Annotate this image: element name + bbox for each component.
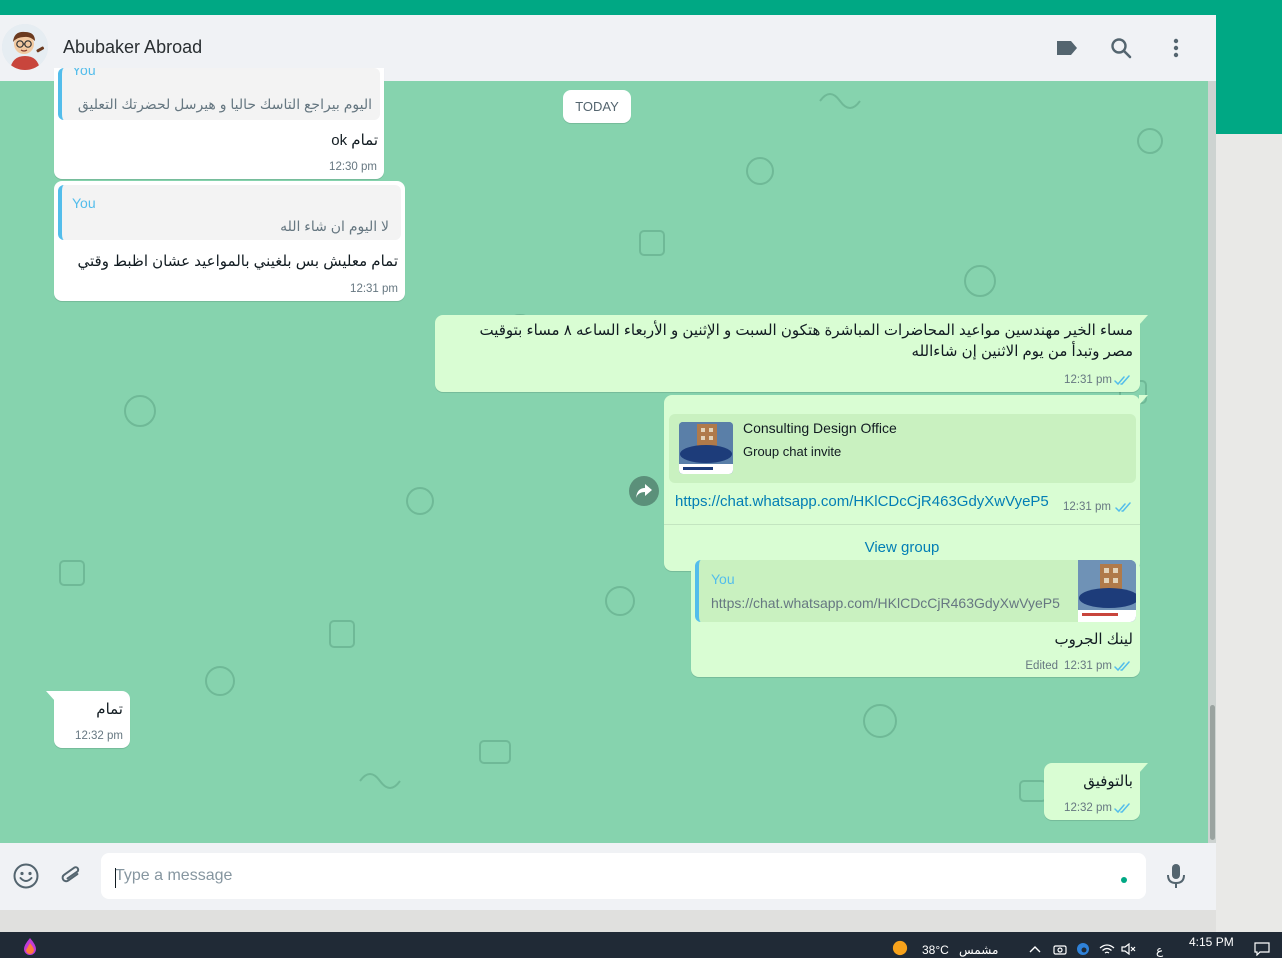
- label-icon[interactable]: [1053, 34, 1081, 62]
- text-cursor: [115, 868, 116, 888]
- bubble-tail: [1139, 315, 1148, 325]
- message-input[interactable]: [115, 853, 1105, 899]
- message-time: 12:31 pm: [1064, 374, 1112, 386]
- whatsapp-window: Abubaker Abroad TODAY You اليوم بيراجع ا…: [0, 15, 1216, 910]
- menu-icon[interactable]: [1162, 34, 1190, 62]
- weather-sun-icon[interactable]: [892, 940, 908, 956]
- app-drop-icon[interactable]: [22, 938, 38, 955]
- weather-condition[interactable]: مشمس: [959, 943, 998, 957]
- message-text: تمام: [96, 701, 123, 718]
- message-text: تمام ok: [331, 132, 378, 149]
- contact-name[interactable]: Abubaker Abroad: [63, 37, 202, 58]
- group-invite-label: Group chat invite: [743, 444, 842, 459]
- message-input-box[interactable]: [101, 853, 1146, 899]
- message-time: 12:32 pm: [75, 730, 123, 742]
- divider: [664, 524, 1140, 525]
- group-thumbnail[interactable]: [679, 422, 733, 474]
- message-bubble-outgoing[interactable]: You https://chat.whatsapp.com/HKlCDcCjR4…: [691, 560, 1140, 677]
- message-time: 12:31 pm: [1064, 660, 1112, 672]
- quoted-author: You: [72, 68, 96, 78]
- search-icon[interactable]: [1107, 34, 1135, 62]
- quoted-message[interactable]: You اليوم بيراجع التاسك حاليا و هيرسل لح…: [58, 68, 380, 120]
- message-bubble-incoming[interactable]: You اليوم بيراجع التاسك حاليا و هيرسل لح…: [54, 68, 384, 179]
- edge-icon[interactable]: [1075, 941, 1091, 957]
- message-composer: [0, 843, 1216, 910]
- bubble-tail: [1139, 395, 1148, 405]
- message-text: لينك الجروب: [1054, 631, 1134, 648]
- quoted-message[interactable]: You لا اليوم ان شاء الله: [58, 185, 401, 240]
- weather-temperature[interactable]: 38°C: [922, 943, 949, 957]
- background-accent-area: [1216, 15, 1282, 134]
- emoji-icon[interactable]: [11, 861, 41, 891]
- group-invite-preview[interactable]: [669, 414, 1136, 483]
- quoted-message[interactable]: You https://chat.whatsapp.com/HKlCDcCjR4…: [695, 560, 1136, 622]
- volume-muted-icon[interactable]: [1121, 941, 1137, 957]
- message-time: 12:31 pm: [350, 283, 398, 295]
- message-time: 12:30 pm: [329, 161, 377, 173]
- group-name: Consulting Design Office: [743, 420, 897, 436]
- attach-icon[interactable]: [56, 861, 86, 891]
- quoted-text: اليوم بيراجع التاسك حاليا و هيرسل لحضرتك…: [77, 96, 372, 112]
- message-text: بالتوفيق: [1083, 773, 1133, 790]
- message-text: تمام معليش بس بلغيني بالمواعيد عشان اظبط…: [77, 253, 398, 270]
- wifi-icon[interactable]: [1099, 941, 1115, 957]
- edited-label: Edited: [1025, 660, 1058, 672]
- message-bubble-outgoing[interactable]: بالتوفيق 12:32 pm: [1044, 763, 1148, 820]
- quoted-text: لا اليوم ان شاء الله: [280, 218, 389, 234]
- window-top-strip: [0, 0, 1282, 15]
- quoted-author: You: [711, 571, 735, 587]
- contact-avatar[interactable]: [2, 24, 48, 70]
- quoted-thumbnail: [1078, 560, 1136, 622]
- read-receipt-icon: [1114, 803, 1130, 814]
- read-receipt-icon: [1115, 502, 1131, 513]
- camera-icon[interactable]: [1052, 941, 1068, 957]
- input-status-dot: [1121, 877, 1127, 883]
- forward-button[interactable]: [629, 476, 659, 506]
- background-area: [1216, 134, 1282, 932]
- date-divider: TODAY: [563, 90, 631, 123]
- bubble-tail: [1139, 763, 1148, 773]
- message-time: 12:31 pm: [1063, 501, 1111, 513]
- avatar-cartoon-icon: [2, 24, 48, 70]
- microphone-icon[interactable]: [1161, 861, 1191, 891]
- bubble-tail: [46, 691, 55, 701]
- os-taskbar: 38°C مشمس ع 4:15 PM: [0, 932, 1282, 958]
- chat-scrollbar-thumb[interactable]: [1210, 705, 1215, 840]
- read-receipt-icon: [1114, 661, 1130, 672]
- quoted-author: You: [72, 195, 96, 211]
- message-bubble-incoming[interactable]: تمام 12:32 pm: [46, 691, 130, 748]
- read-receipt-icon: [1114, 375, 1130, 386]
- input-language[interactable]: ع: [1156, 943, 1163, 957]
- message-bubble-incoming[interactable]: You لا اليوم ان شاء الله تمام معليش بس ب…: [54, 181, 405, 301]
- clock-time[interactable]: 4:15 PM: [1189, 935, 1234, 949]
- message-bubble-outgoing[interactable]: مساء الخير مهندسين مواعيد المحاضرات المب…: [435, 315, 1148, 392]
- notification-icon[interactable]: [1254, 941, 1270, 957]
- quoted-text: https://chat.whatsapp.com/HKlCDcCjR463Gd…: [711, 595, 1060, 611]
- group-invite-link[interactable]: https://chat.whatsapp.com/HKlCDcCjR463Gd…: [675, 493, 1049, 510]
- chevron-up-icon[interactable]: [1027, 941, 1043, 957]
- message-text: مساء الخير مهندسين مواعيد المحاضرات المب…: [479, 322, 1133, 360]
- message-time: 12:32 pm: [1064, 802, 1112, 814]
